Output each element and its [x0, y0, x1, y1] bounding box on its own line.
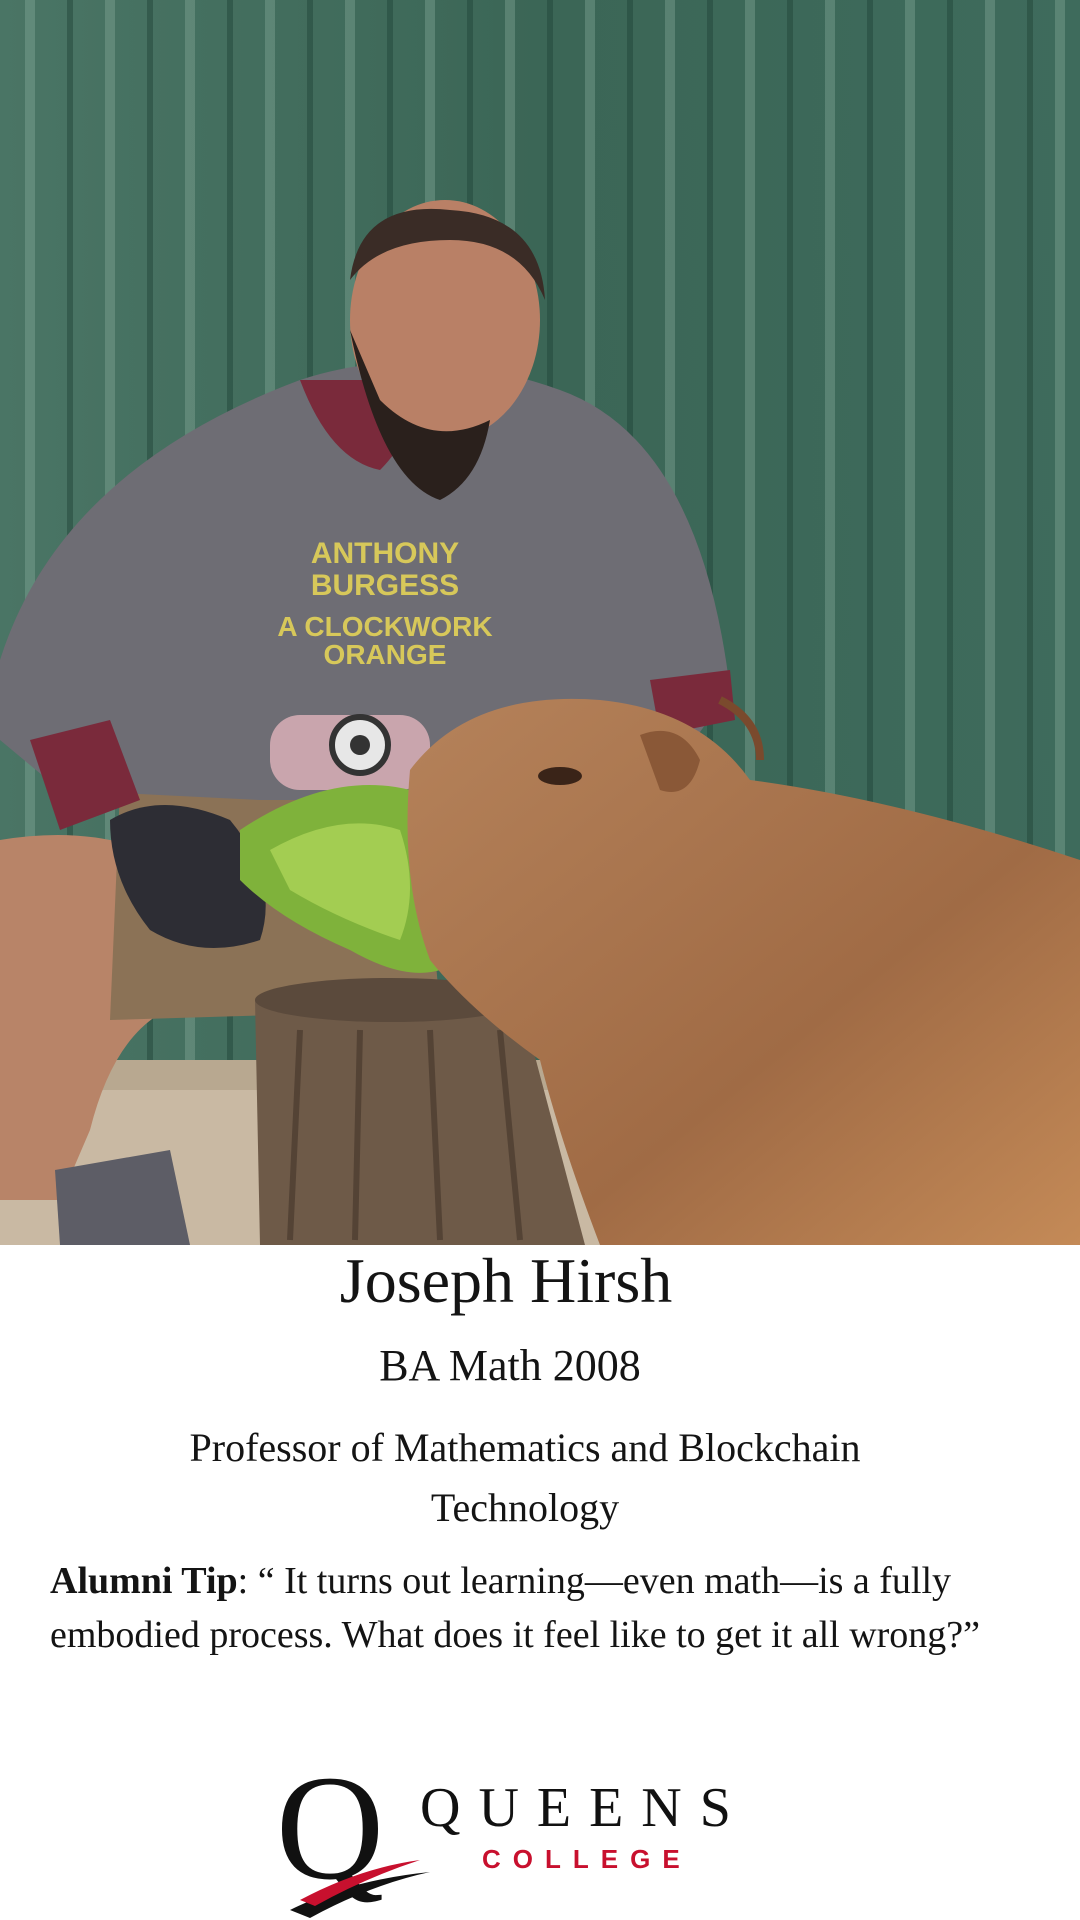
alumni-tip-label: Alumni Tip	[50, 1560, 238, 1602]
logo-word-college: COLLEGE	[482, 1844, 692, 1874]
shirt-text-3: A CLOCKWORK	[277, 611, 492, 642]
shirt-text-4: ORANGE	[324, 639, 447, 670]
shirt-text-2: BURGESS	[311, 569, 459, 602]
degree-line: BA Math 2008	[379, 1341, 641, 1390]
queens-college-logo: Q QUEENS COLLEGE	[270, 1760, 770, 1920]
alumni-tip: Alumni Tip: “ It turns out learning—even…	[50, 1554, 1060, 1662]
logo-word-queens: QUEENS	[420, 1777, 749, 1839]
person-name: Joseph Hirsh	[339, 1245, 673, 1316]
photo-illustration: ANTHONY BURGESS A CLOCKWORK ORANGE	[0, 0, 1080, 1245]
q-logo-icon: Q	[276, 1760, 430, 1918]
profile-photo: ANTHONY BURGESS A CLOCKWORK ORANGE	[0, 0, 1080, 1245]
alumni-tip-separator: :	[237, 1560, 258, 1602]
job-title: Professor of Mathematics and Blockchain …	[189, 1425, 861, 1530]
shirt-text-1: ANTHONY	[311, 537, 459, 570]
